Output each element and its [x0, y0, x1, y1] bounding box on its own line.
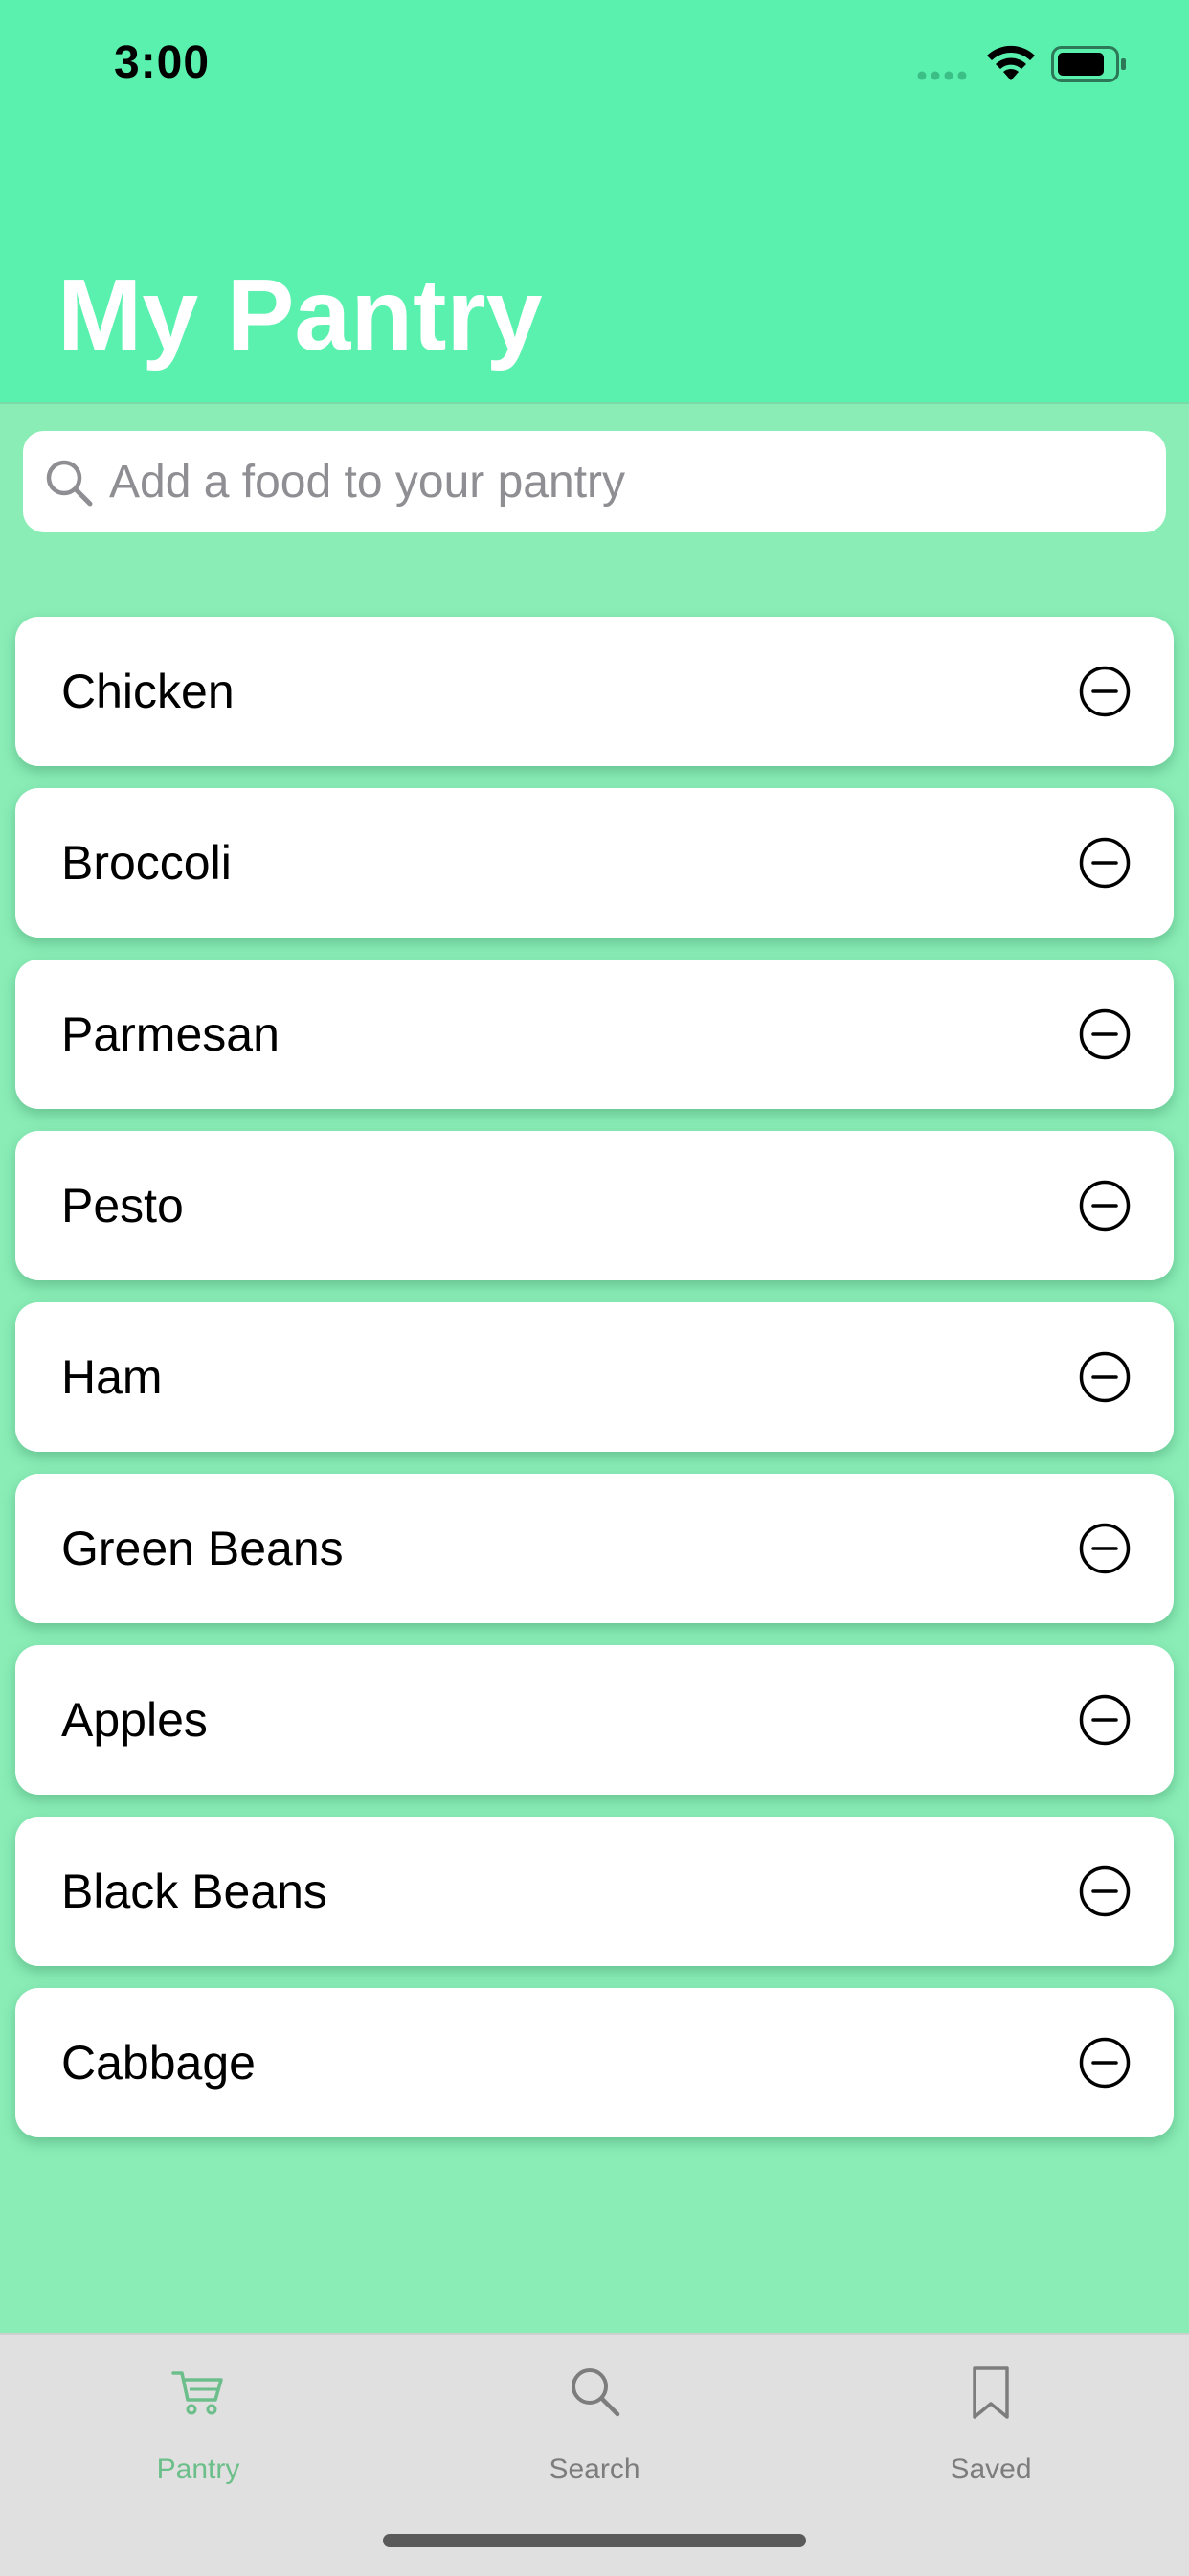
page-title: My Pantry — [57, 259, 543, 372]
pantry-item[interactable]: Parmesan — [15, 960, 1174, 1109]
search-bar[interactable] — [23, 431, 1166, 532]
remove-item-button[interactable] — [1078, 1864, 1132, 1918]
tab-label: Search — [549, 2453, 640, 2485]
tab-saved[interactable]: Saved — [793, 2335, 1189, 2507]
tab-pantry[interactable]: Pantry — [0, 2335, 396, 2507]
navigation-header: 3:00 My Pantry — [0, 0, 1189, 404]
remove-item-button[interactable] — [1078, 836, 1132, 890]
bookmark-icon — [973, 2366, 1009, 2419]
tab-label: Pantry — [156, 2453, 240, 2485]
wifi-icon — [987, 45, 1035, 80]
remove-item-button[interactable] — [1078, 1693, 1132, 1747]
remove-item-button[interactable] — [1078, 1350, 1132, 1404]
pantry-item-label: Cabbage — [61, 2036, 256, 2090]
pantry-list: Chicken Broccoli Parmesan Pesto Ham Gree… — [15, 617, 1174, 2159]
remove-item-button[interactable] — [1078, 1007, 1132, 1061]
status-time: 3:00 — [114, 37, 211, 88]
search-icon — [46, 460, 93, 507]
pantry-item-label: Pesto — [61, 1179, 184, 1232]
pantry-item[interactable]: Chicken — [15, 617, 1174, 766]
pantry-item-label: Parmesan — [61, 1007, 280, 1061]
pantry-item[interactable]: Green Beans — [15, 1474, 1174, 1623]
pantry-item[interactable]: Apples — [15, 1645, 1174, 1795]
pantry-item[interactable]: Pesto — [15, 1131, 1174, 1280]
battery-icon — [1051, 46, 1126, 82]
remove-item-button[interactable] — [1078, 2036, 1132, 2090]
remove-item-button[interactable] — [1078, 1179, 1132, 1232]
tab-search[interactable]: Search — [396, 2335, 793, 2507]
remove-item-button[interactable] — [1078, 1522, 1132, 1575]
cellular-signal-icon — [917, 71, 967, 80]
pantry-item[interactable]: Black Beans — [15, 1817, 1174, 1966]
remove-item-button[interactable] — [1078, 665, 1132, 718]
pantry-item[interactable]: Cabbage — [15, 1988, 1174, 2137]
tab-label: Saved — [950, 2453, 1032, 2485]
pantry-item-label: Black Beans — [61, 1864, 327, 1918]
pantry-item-label: Chicken — [61, 665, 235, 718]
pantry-item-label: Green Beans — [61, 1522, 344, 1575]
cart-icon — [171, 2371, 223, 2415]
pantry-item[interactable]: Ham — [15, 1302, 1174, 1452]
pantry-item[interactable]: Broccoli — [15, 788, 1174, 938]
pantry-item-label: Apples — [61, 1693, 208, 1747]
search-icon — [572, 2368, 620, 2417]
add-food-input[interactable] — [109, 431, 1143, 532]
pantry-item-label: Ham — [61, 1350, 163, 1404]
home-indicator — [383, 2534, 806, 2547]
pantry-item-label: Broccoli — [61, 836, 232, 890]
